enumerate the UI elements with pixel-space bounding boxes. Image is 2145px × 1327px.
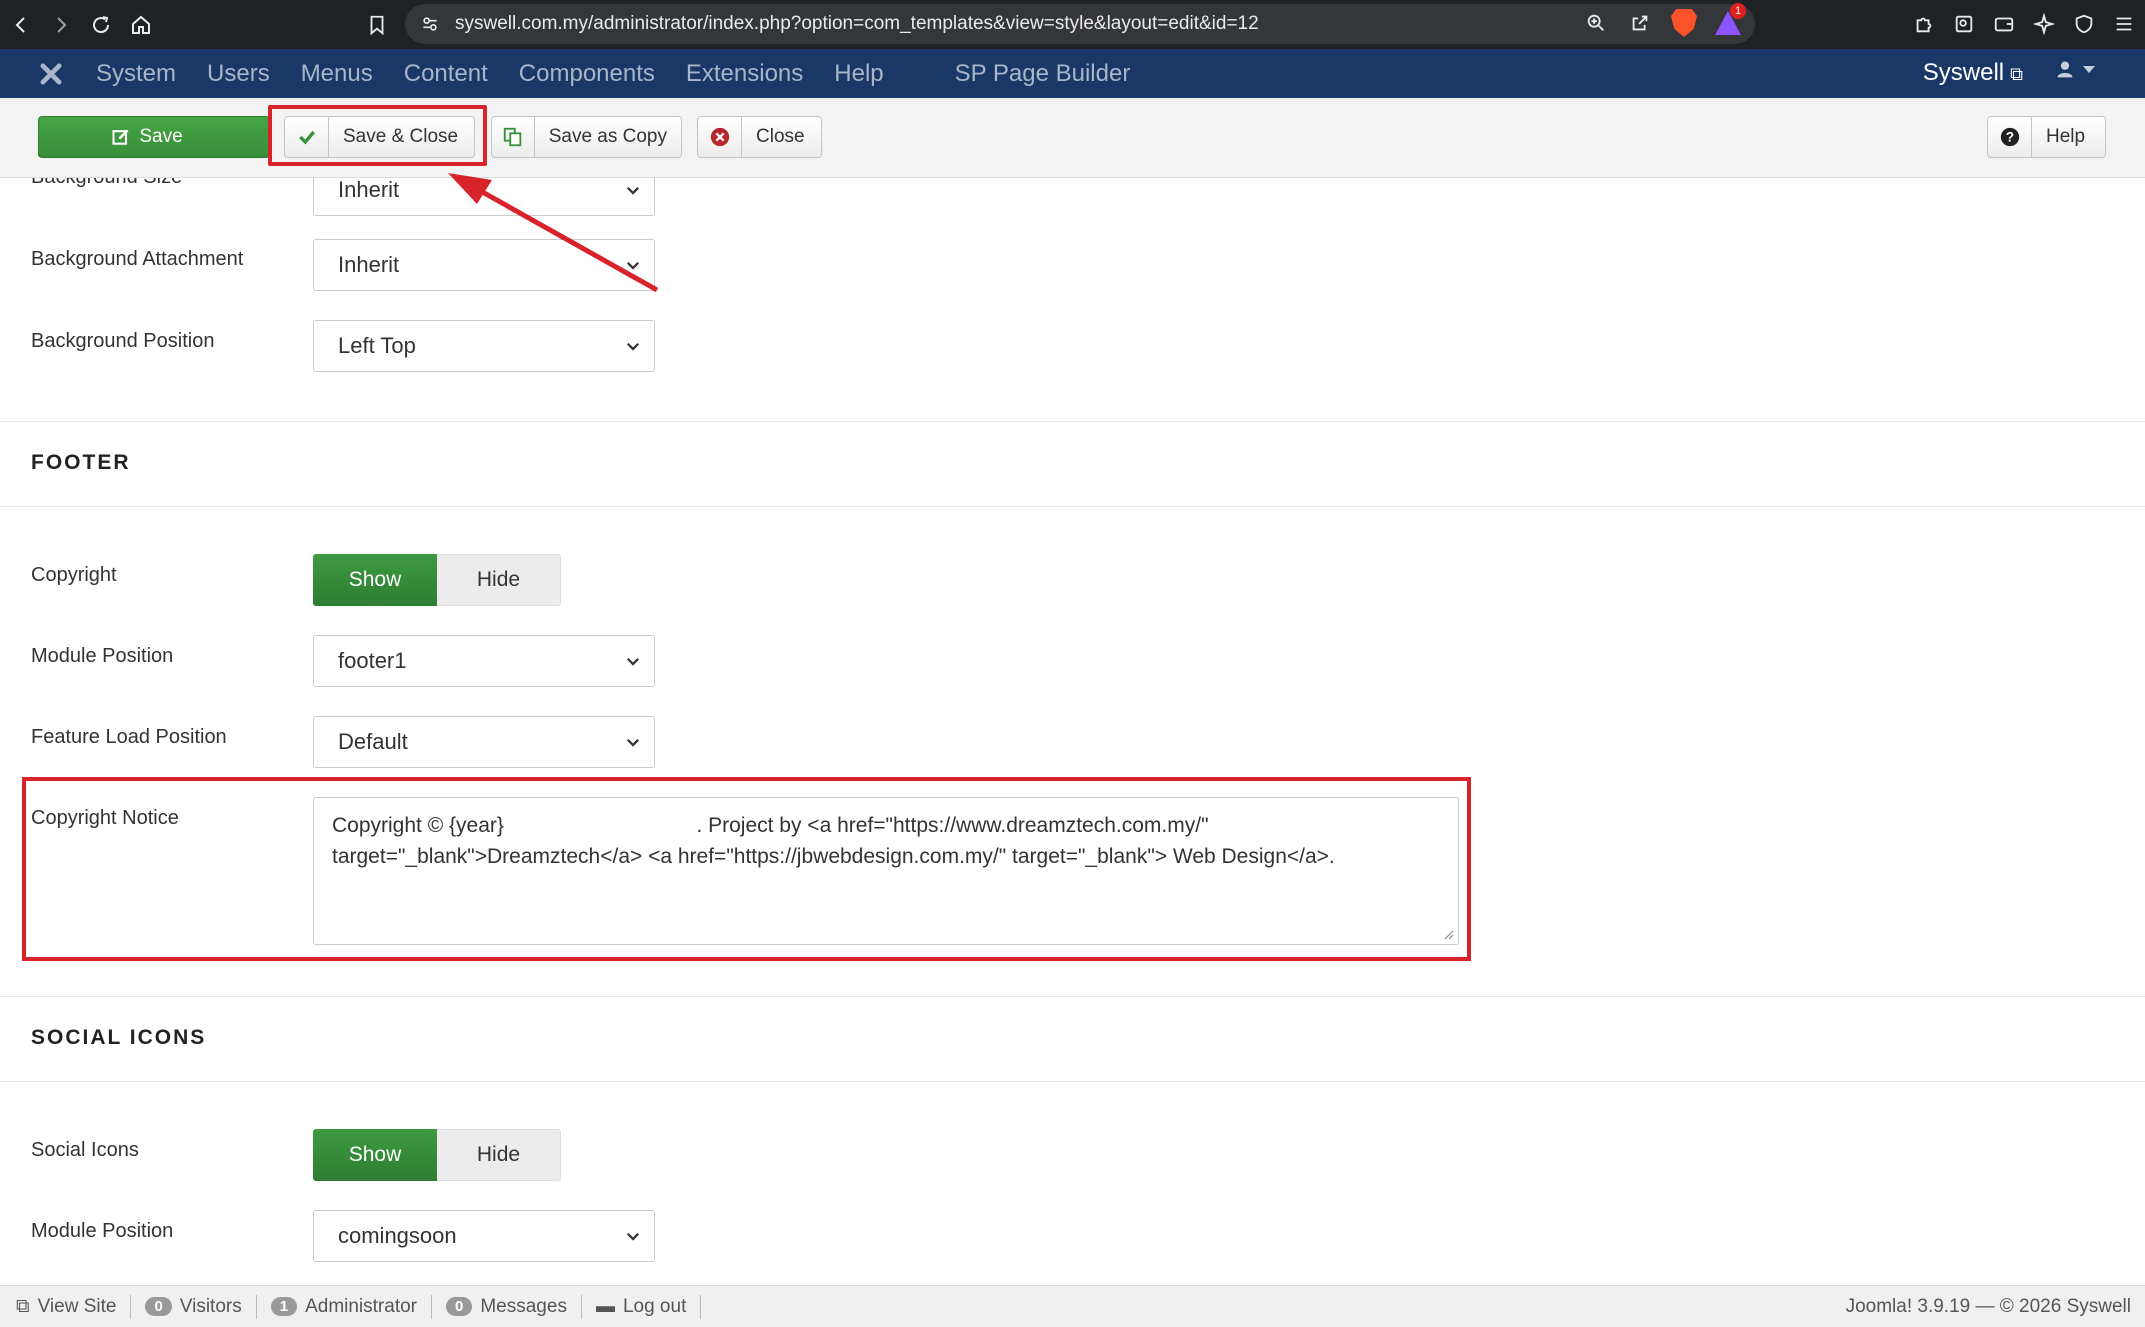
zoom-icon[interactable] (1581, 8, 1611, 38)
logout-link[interactable]: ▬ Log out (582, 1294, 702, 1319)
user-menu[interactable] (2055, 59, 2095, 79)
chevron-down-icon (2083, 65, 2095, 73)
admin-count-badge: 1 (270, 1297, 298, 1316)
leo-ai-icon[interactable] (2029, 6, 2059, 42)
resize-grip-icon[interactable] (1442, 928, 1454, 940)
chevron-down-icon (626, 1232, 640, 1241)
section-divider (0, 506, 2145, 507)
bookmark-icon[interactable] (360, 8, 394, 42)
section-divider (0, 421, 2145, 422)
address-bar[interactable]: syswell.com.my/administrator/index.php?o… (405, 3, 1755, 44)
chevron-down-icon (626, 186, 640, 195)
menu-users[interactable]: Users (207, 60, 270, 88)
user-icon (2057, 61, 2073, 78)
background-size-select[interactable]: Inherit (313, 178, 655, 216)
close-button[interactable]: Close (697, 116, 822, 158)
help-button[interactable]: ? Help (1987, 116, 2106, 158)
vpn-shield-icon[interactable] (2069, 6, 2099, 42)
menu-components[interactable]: Components (519, 60, 655, 88)
brave-rewards-icon[interactable]: 1 (1713, 3, 1746, 38)
footer-section-title: FOOTER (31, 451, 131, 474)
reload-icon[interactable] (82, 6, 120, 44)
section-divider (0, 1081, 2145, 1082)
copy-icon (492, 117, 535, 157)
social-module-position-select[interactable]: comingsoon (313, 1210, 655, 1262)
background-position-select[interactable]: Left Top (313, 320, 655, 372)
social-module-position-label: Module Position (31, 1220, 174, 1242)
chevron-down-icon (626, 657, 640, 666)
extensions-icon[interactable] (1909, 6, 1939, 42)
feature-load-position-select[interactable]: Default (313, 716, 655, 768)
home-icon[interactable] (122, 6, 160, 44)
footer-module-position-select[interactable]: footer1 (313, 635, 655, 687)
chevron-down-icon (626, 342, 640, 351)
view-site-link[interactable]: ⧉ View Site (0, 1294, 132, 1319)
menu-help[interactable]: Help (834, 60, 883, 88)
reader-mode-icon[interactable] (1949, 6, 1979, 42)
background-position-label: Background Position (31, 330, 215, 352)
check-icon (285, 117, 329, 157)
copyright-notice-label: Copyright Notice (31, 807, 179, 829)
social-icons-label: Social Icons (31, 1139, 139, 1161)
site-link[interactable]: Syswell ⧉ (1923, 59, 2023, 87)
background-size-label: Background Size (31, 178, 182, 189)
browser-toolbar-right (1909, 6, 2145, 42)
administrator-link[interactable]: 1 Administrator (257, 1294, 432, 1319)
question-circle-icon: ? (1988, 117, 2032, 157)
url-text: syswell.com.my/administrator/index.php?o… (455, 13, 1259, 34)
copyright-hide-button[interactable]: Hide (437, 554, 561, 606)
site-settings-icon[interactable] (419, 13, 441, 35)
copyright-label: Copyright (31, 564, 117, 586)
back-icon[interactable] (2, 6, 40, 44)
minus-icon: ▬ (595, 1295, 615, 1317)
cancel-circle-icon (698, 117, 742, 157)
social-icons-hide-button[interactable]: Hide (437, 1129, 561, 1181)
social-icons-toggle: Show Hide (313, 1129, 561, 1181)
social-icons-show-button[interactable]: Show (313, 1129, 437, 1181)
chevron-down-icon (626, 261, 640, 270)
brave-shield-icon[interactable] (1669, 8, 1699, 38)
joomla-logo-icon[interactable] (36, 59, 66, 89)
copyright-toggle: Show Hide (313, 554, 561, 606)
menu-extensions[interactable]: Extensions (686, 60, 803, 88)
wallet-icon[interactable] (1989, 6, 2019, 42)
messages-link[interactable]: 0 Messages (432, 1294, 582, 1319)
save-as-copy-button[interactable]: Save as Copy (491, 116, 682, 158)
messages-count-badge: 0 (446, 1297, 473, 1316)
save-close-button[interactable]: Save & Close (284, 116, 475, 158)
background-attachment-select[interactable]: Inherit (313, 239, 655, 291)
save-button[interactable]: Save (38, 116, 270, 158)
external-link-icon: ⧉ (16, 1295, 30, 1317)
main-content: Background Size Inherit Background Attac… (0, 178, 2145, 1285)
browser-menu-icon[interactable] (2109, 6, 2139, 42)
share-icon[interactable] (1625, 8, 1655, 38)
feature-load-position-label: Feature Load Position (31, 726, 227, 748)
status-bar: ⧉ View Site 0 Visitors 1 Administrator 0… (0, 1285, 2145, 1327)
background-attachment-label: Background Attachment (31, 248, 244, 270)
menu-content[interactable]: Content (404, 60, 488, 88)
admin-navbar: System Users Menus Content Components Ex… (0, 49, 2145, 98)
edit-icon (112, 129, 129, 145)
social-icons-section-title: SOCIAL ICONS (31, 1026, 207, 1049)
chevron-down-icon (626, 738, 640, 747)
module-position-label: Module Position (31, 645, 174, 667)
version-text: Joomla! 3.9.19 — © 2026 Syswell (1845, 1296, 2131, 1317)
visitors-link[interactable]: 0 Visitors (131, 1294, 257, 1319)
site-name: Syswell (1922, 59, 2005, 86)
copyright-show-button[interactable]: Show (313, 554, 437, 606)
notice-line-2: target="_blank">Dreamztech</a> <a href="… (332, 845, 1335, 868)
external-link-icon: ⧉ (2010, 64, 2023, 84)
menu-menus[interactable]: Menus (301, 60, 373, 88)
menu-system[interactable]: System (96, 60, 176, 88)
forward-icon[interactable] (42, 6, 80, 44)
visitors-count-badge: 0 (145, 1297, 172, 1316)
svg-text:?: ? (2005, 130, 2013, 145)
section-divider (0, 996, 2145, 997)
notice-line-1: Copyright © {year} . Project by <a href=… (332, 814, 1209, 837)
menu-sp-page-builder[interactable]: SP Page Builder (955, 60, 1131, 88)
copyright-notice-textarea[interactable]: Copyright © {year} . Project by <a href=… (313, 797, 1459, 945)
